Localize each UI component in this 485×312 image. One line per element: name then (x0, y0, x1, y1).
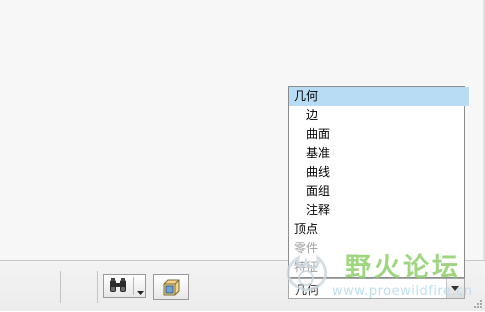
list-item[interactable]: 注释 (289, 201, 481, 220)
list-item[interactable]: 几何 (289, 87, 469, 106)
find-button[interactable] (103, 274, 146, 298)
selection-filter-combo[interactable]: 几何 (288, 278, 465, 299)
list-item[interactable]: 曲线 (289, 163, 481, 182)
separator (97, 271, 98, 303)
chevron-down-icon[interactable] (137, 284, 144, 298)
chevron-down-icon (451, 286, 459, 291)
resize-grip-icon[interactable] (471, 297, 483, 312)
separator (60, 271, 61, 303)
list-item: 特征 (294, 260, 319, 274)
list-item: 零件 (294, 241, 319, 255)
combo-selected-value: 几何 (295, 283, 320, 297)
binoculars-icon (108, 278, 128, 297)
view-button[interactable] (153, 274, 189, 300)
cube-view-icon (162, 279, 180, 299)
list-item[interactable]: 顶点 (289, 220, 469, 239)
list-item[interactable]: 面组 (289, 182, 481, 201)
split-divider (133, 277, 134, 295)
selection-filter-list[interactable]: 几何 边 曲面 基准 曲线 面组 注释 顶点 零件 特征 (288, 86, 469, 278)
list-item[interactable]: 基准 (289, 144, 481, 163)
list-item[interactable]: 边 (289, 106, 481, 125)
list-item[interactable]: 曲面 (289, 125, 481, 144)
combo-dropdown-button[interactable] (446, 279, 464, 298)
